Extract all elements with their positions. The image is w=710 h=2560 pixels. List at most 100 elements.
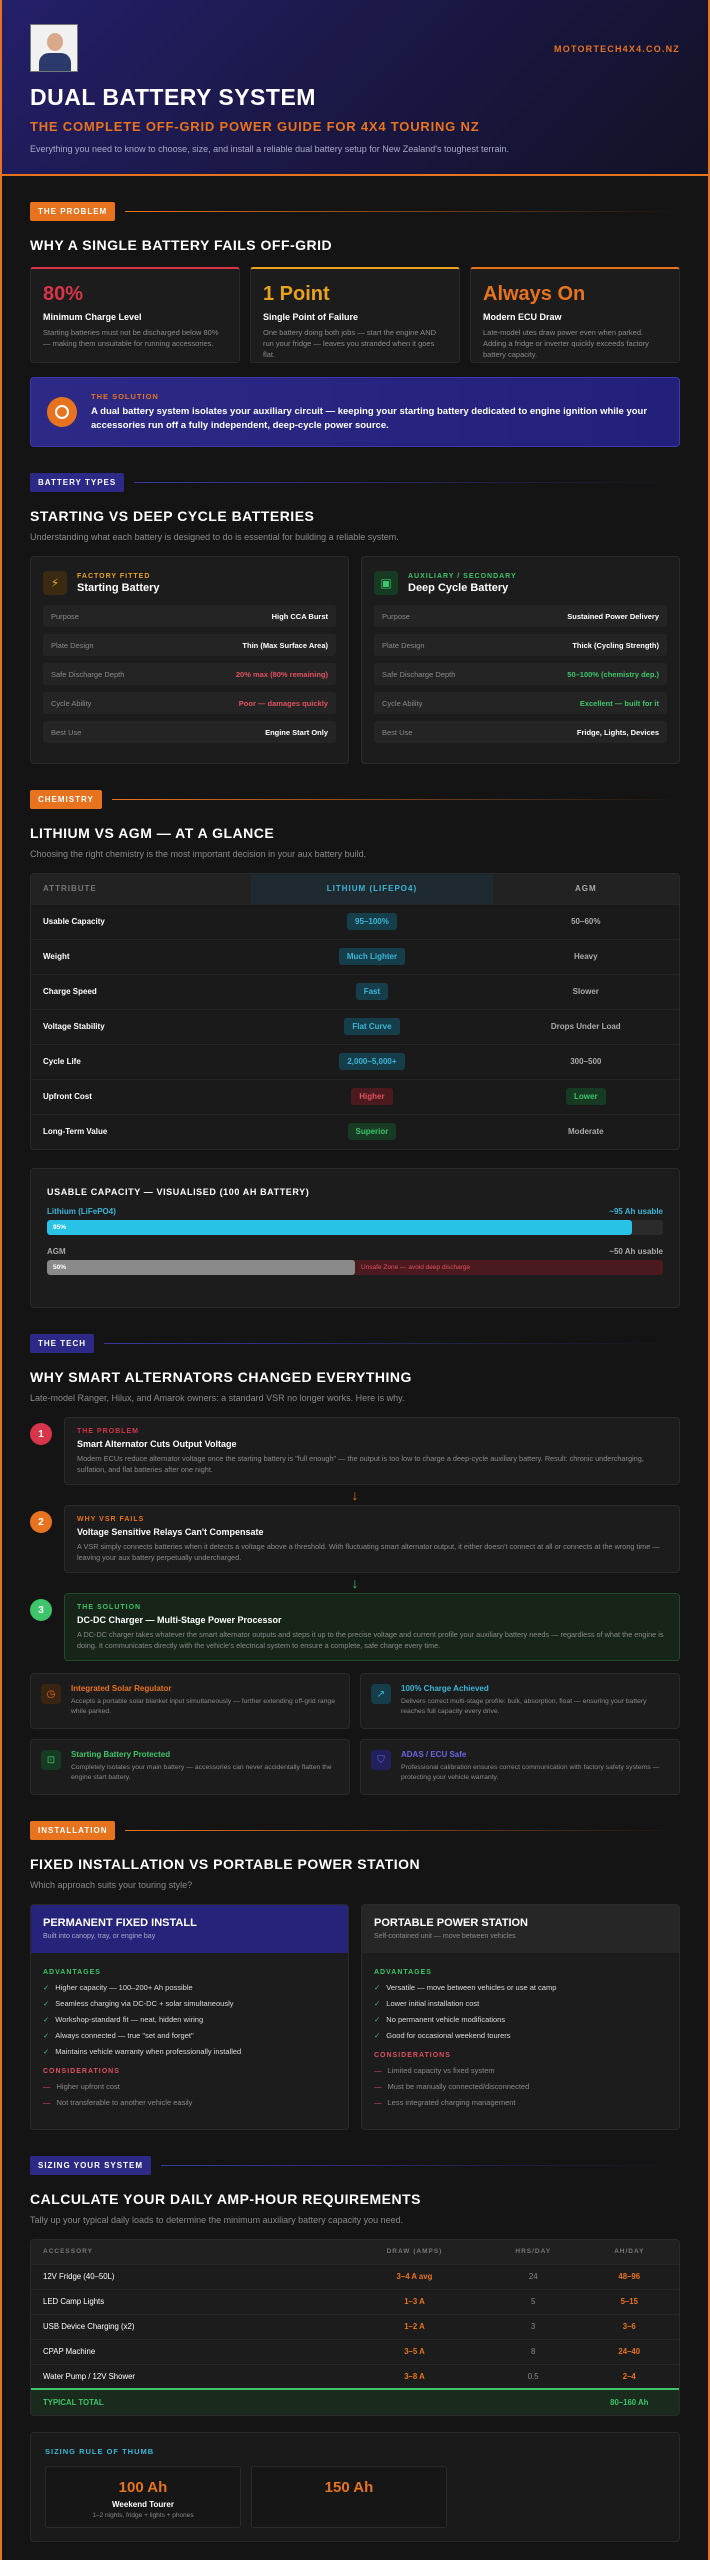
agm-value: 50–60% [571, 917, 601, 926]
table-row: CPAP Machine 3–5 A 8 24–40 [31, 2338, 679, 2364]
table-row: Usable Capacity 95–100% 50–60% [31, 903, 679, 939]
lithium-value: Fast [355, 983, 389, 1000]
total-label: TYPICAL TOTAL [31, 2388, 580, 2415]
amp-hour-table: ACCESSORY DRAW (AMPS) HRS/DAY AH/DAY 12V… [30, 2239, 680, 2416]
column-header: AH/DAY [579, 2240, 679, 2264]
section-tag: CHEMISTRY [30, 790, 102, 809]
arrow-down-icon: ↓ [351, 1487, 359, 1503]
lithium-cell: Higher [251, 1078, 493, 1114]
card-kicker: FACTORY FITTED [77, 572, 151, 580]
table-row: Charge Speed Fast Slower [31, 973, 679, 1009]
clock-icon: ◷ [41, 1684, 61, 1704]
agm-cell: Heavy [492, 938, 679, 974]
stat-label: Single Point of Failure [263, 312, 359, 322]
advantage-text: Versatile — move between vehicles or use… [386, 1983, 557, 1992]
spec-label: Safe Discharge Depth [51, 669, 125, 679]
advantage-text: Maintains vehicle warranty when professi… [55, 2047, 242, 2056]
solution-kicker: THE SOLUTION [91, 392, 159, 402]
solution-text: A dual battery system isolates your auxi… [91, 406, 648, 431]
solution-callout: THE SOLUTION A dual battery system isola… [30, 377, 680, 447]
section-tag: THE PROBLEM [30, 202, 116, 221]
hours-cell: 24 [486, 2263, 580, 2289]
dash-icon: — [374, 2098, 382, 2107]
hours-cell: 0.5 [486, 2363, 580, 2389]
sizing-section: SIZING YOUR SYSTEM CALCULATE YOUR DAILY … [2, 2156, 708, 2542]
problem-card: 1 Point Single Point of Failure One batt… [250, 267, 460, 363]
ah-cell: 5–15 [579, 2288, 679, 2314]
feature-desc: Accepts a portable solar blanket input s… [71, 1698, 335, 1715]
column-header: ACCESSORY [31, 2240, 343, 2264]
feature-desc: Delivers correct multi-stage profile: bu… [401, 1698, 647, 1715]
consideration-text: Higher upfront cost [56, 2082, 120, 2091]
accessory-cell: Water Pump / 12V Shower [31, 2363, 343, 2389]
table-row: 12V Fridge (40–50L) 3–4 A avg 24 48–96 [31, 2263, 679, 2289]
agm-bar: 50% Unsafe Zone — avoid deep discharge [47, 1260, 663, 1275]
feature-card: ⛉ ADAS / ECU Safe Professional calibratio… [360, 1739, 680, 1795]
table-row: Water Pump / 12V Shower 3–8 A 0.5 2–4 [31, 2363, 679, 2389]
accessory-cell: USB Device Charging (x2) [31, 2313, 343, 2339]
advantage-item: ✓ No permanent vehicle modifications [374, 2015, 667, 2024]
card-title: PORTABLE POWER STATION [374, 1917, 528, 1929]
advantage-text: Lower initial installation cost [386, 1999, 480, 2008]
step-desc: A DC-DC charger takes whatever the smart… [77, 1630, 664, 1650]
spec-row: Safe Discharge Depth 20% max (80% remaini… [43, 663, 336, 685]
feature-card: ⊡ Starting Battery Protected Completely i… [30, 1739, 350, 1795]
advantage-text: Always connected — true "set and forget" [55, 2031, 194, 2040]
consideration-text: Must be manually connected/disconnected [387, 2082, 530, 2091]
feature-card: ↗ 100% Charge Achieved Delivers correct m… [360, 1673, 680, 1729]
arrow-down-icon: ↓ [351, 1575, 359, 1591]
spec-value: Poor — damages quickly [238, 698, 328, 708]
advantage-item: ✓ Maintains vehicle warranty when profess… [43, 2047, 336, 2056]
stat-description: Late-model utes draw power even when par… [483, 328, 649, 359]
advantage-item: ✓ Higher capacity — 100–200+ Ah possible [43, 1983, 336, 1992]
hero-intro: Everything you need to know to choose, s… [30, 144, 509, 154]
stat-value: 80% [43, 283, 84, 305]
portable-station-card: PORTABLE POWER STATION Self-contained un… [361, 1904, 680, 2130]
advantages-label: ADVANTAGES [43, 1969, 101, 1976]
page-title: DUAL BATTERY SYSTEM [30, 84, 316, 110]
agm-cell: 50–60% [492, 903, 679, 939]
spec-label: Best Use [51, 727, 82, 737]
consideration-text: Limited capacity vs fixed system [387, 2066, 495, 2075]
spec-value: High CCA Burst [271, 611, 328, 621]
advantage-item: ✓ Versatile — move between vehicles or us… [374, 1983, 667, 1992]
comparison-table: ATTRIBUTE LITHIUM (LIFEPO4) AGM Usable C… [30, 873, 680, 1150]
site-link[interactable]: MOTORTECH4X4.CO.NZ [554, 44, 680, 54]
stat-value: Always On [483, 283, 586, 305]
consideration-text: Not transferable to another vehicle easi… [56, 2098, 193, 2107]
starting-battery-card: ⚡ FACTORY FITTED Starting Battery Purpos… [30, 556, 349, 764]
chemistry-section: CHEMISTRY LITHIUM VS AGM — AT A GLANCE C… [2, 790, 708, 1308]
rule-capacity: 150 Ah [324, 2479, 374, 2496]
draw-cell: 3–4 A avg [342, 2263, 487, 2289]
lithium-cell: Flat Curve [251, 1008, 493, 1044]
section-tag: BATTERY TYPES [30, 473, 125, 492]
spec-value: Fridge, Lights, Devices [576, 727, 659, 737]
spec-value: Excellent — built for it [579, 698, 659, 708]
agm-value: Drops Under Load [550, 1022, 621, 1031]
table-row: Upfront Cost Higher Lower [31, 1078, 679, 1114]
advantage-text: Workshop-standard fit — neat, hidden wir… [55, 2015, 204, 2024]
section-subtitle: Understanding what each battery is desig… [30, 532, 399, 542]
lock-icon: ⊡ [41, 1750, 61, 1770]
dash-icon: — [43, 2082, 51, 2091]
draw-cell: 3–8 A [342, 2363, 487, 2389]
section-title: STARTING VS DEEP CYCLE BATTERIES [30, 508, 315, 524]
agm-value: Lower [566, 1088, 606, 1105]
section-title: WHY SMART ALTERNATORS CHANGED EVERYTHING [30, 1369, 412, 1385]
column-header: LITHIUM (LIFEPO4) [251, 874, 493, 904]
check-circle-icon [47, 397, 77, 427]
check-icon: ✓ [374, 2031, 381, 2040]
spec-row: Cycle Ability Excellent — built for it [374, 692, 667, 714]
advantage-text: Seamless charging via DC-DC + solar simu… [55, 1999, 234, 2008]
agm-value: 300–500 [570, 1057, 602, 1066]
feature-title: ADAS / ECU Safe [401, 1750, 467, 1759]
sizing-rule: SIZING RULE OF THUMB 100 Ah Weekend Tour… [30, 2432, 680, 2542]
table-row: Weight Much Lighter Heavy [31, 938, 679, 974]
card-title: Starting Battery [77, 581, 160, 594]
lithium-value: Higher [351, 1088, 393, 1105]
feature-desc: Completely isolates your main battery — … [71, 1764, 332, 1781]
lithium-value: 2,000–5,000+ [339, 1053, 405, 1070]
step-kicker: THE SOLUTION [77, 1604, 142, 1611]
section-subtitle: Tally up your typical daily loads to det… [30, 2215, 404, 2225]
check-icon: ✓ [374, 1999, 381, 2008]
